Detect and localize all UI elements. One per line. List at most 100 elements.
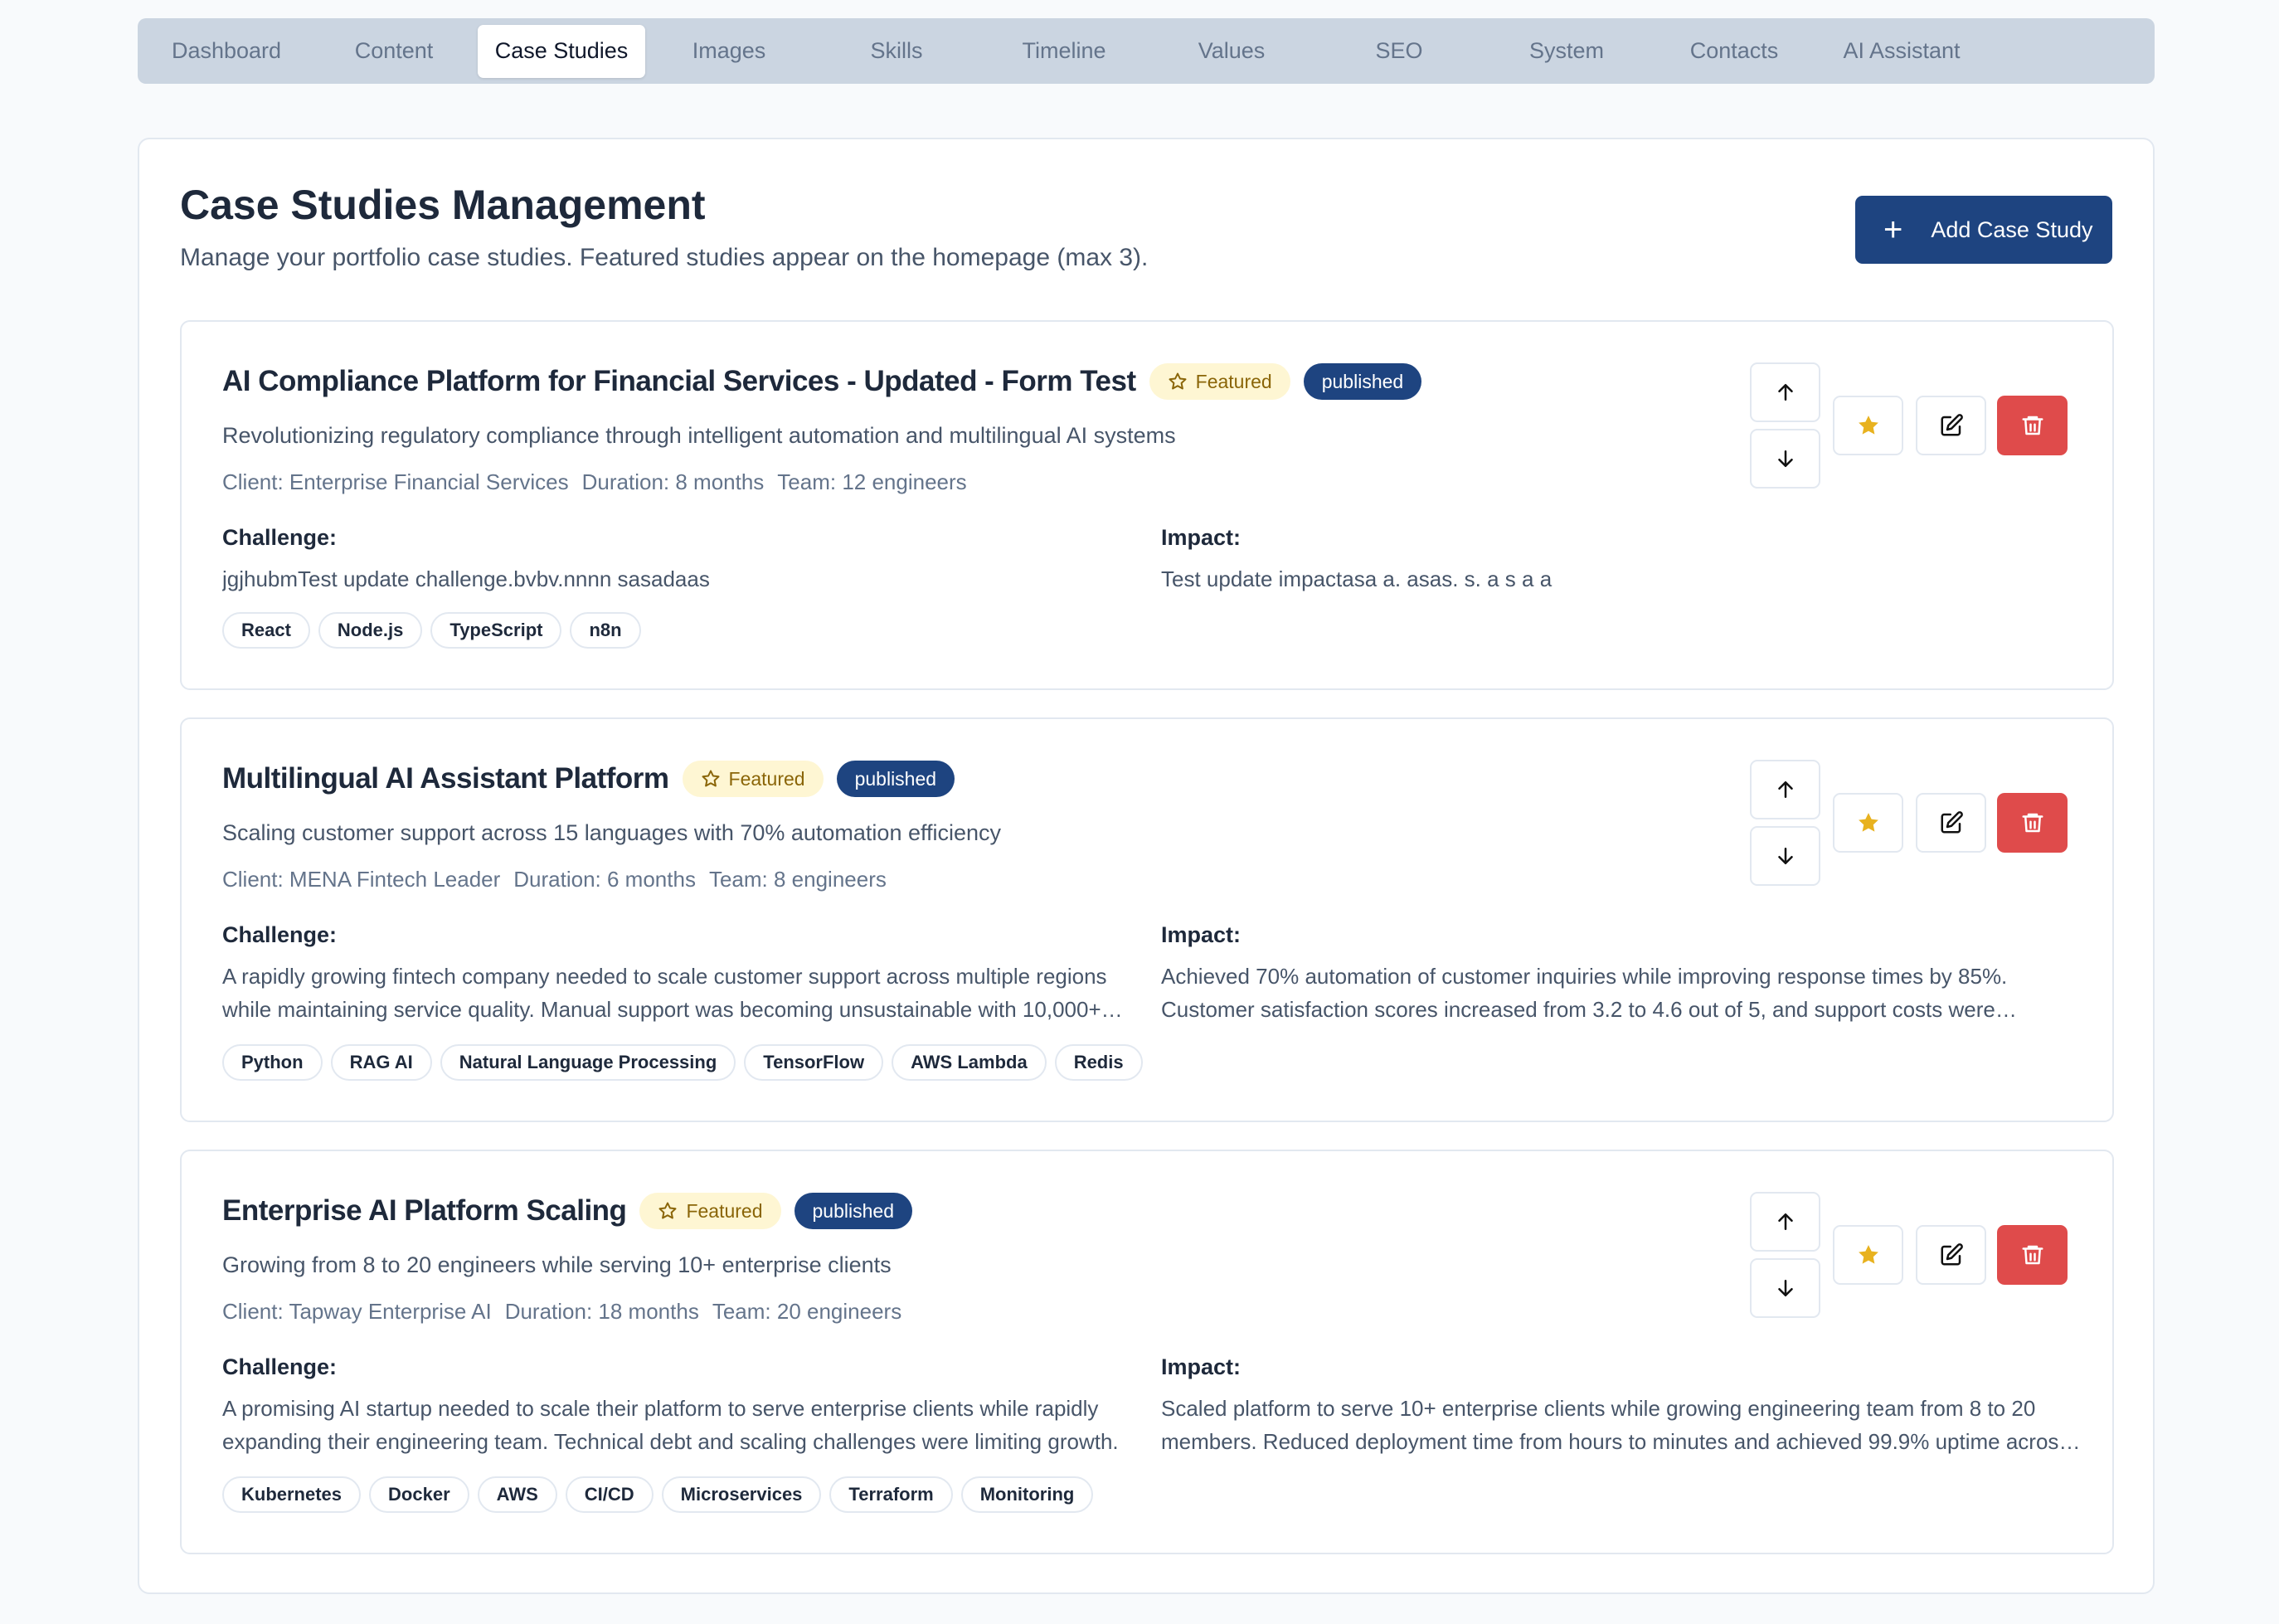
case-studies-panel: Case Studies Management Manage your port… — [138, 138, 2155, 1594]
card-title-row: Multilingual AI Assistant Platform Featu… — [222, 761, 955, 797]
star-icon — [1858, 813, 1878, 832]
team-text: Team: 8 engineers — [708, 867, 887, 892]
toggle-featured-button[interactable] — [1833, 1225, 1903, 1285]
edit-button[interactable] — [1916, 1225, 1986, 1285]
duration-text: Duration: 8 months — [581, 469, 765, 494]
tab-images[interactable]: Images — [645, 25, 813, 78]
tech-tag: Docker — [369, 1476, 469, 1513]
tab-skills[interactable]: Skills — [813, 25, 980, 78]
impact-text: Scaled platform to serve 10+ enterprise … — [1161, 1396, 2070, 1454]
move-up-button[interactable] — [1750, 760, 1820, 819]
arrow-up-icon — [1777, 384, 1793, 401]
tab-ai-assistant[interactable]: AI Assistant — [1818, 25, 1985, 78]
edit-button[interactable] — [1916, 793, 1986, 853]
tech-tag: Python — [222, 1044, 323, 1081]
toggle-featured-button[interactable] — [1833, 793, 1903, 853]
tab-content[interactable]: Content — [310, 25, 478, 78]
case-study-description: Revolutionizing regulatory compliance th… — [222, 423, 1176, 448]
tech-tag: Monitoring — [960, 1476, 1094, 1513]
trash-icon — [2022, 416, 2043, 435]
edit-button[interactable] — [1916, 396, 1986, 455]
toggle-featured-button[interactable] — [1833, 396, 1903, 455]
case-study-description: Scaling customer support across 15 langu… — [222, 820, 1002, 845]
tab-dashboard[interactable]: Dashboard — [143, 25, 310, 78]
star-outline-icon — [702, 770, 720, 787]
status-badge: published — [836, 761, 955, 797]
tab-seo[interactable]: SEO — [1315, 25, 1483, 78]
client-text: Client: MENA Fintech Leader — [222, 867, 501, 892]
duration-text: Duration: 18 months — [504, 1299, 699, 1324]
admin-page: Dashboard Content Case Studies Images Sk… — [0, 0, 2279, 1624]
featured-label: Featured — [1195, 370, 1272, 392]
card-title-row: Enterprise AI Platform Scaling Featured … — [222, 1193, 912, 1229]
trash-icon — [2022, 1245, 2043, 1265]
delete-button[interactable] — [1997, 1225, 2068, 1285]
case-study-title: Enterprise AI Platform Scaling — [222, 1194, 627, 1227]
arrow-down-icon — [1777, 450, 1793, 467]
admin-tabs: Dashboard Content Case Studies Images Sk… — [138, 18, 2155, 84]
tab-values[interactable]: Values — [1148, 25, 1315, 78]
status-badge: published — [1303, 363, 1422, 400]
star-icon — [1858, 1245, 1878, 1264]
tech-tag: Kubernetes — [222, 1476, 362, 1513]
move-down-button[interactable] — [1750, 1258, 1820, 1318]
case-study-card: AI Compliance Platform for Financial Ser… — [180, 320, 2114, 690]
case-study-title: Multilingual AI Assistant Platform — [222, 762, 669, 795]
impact-label: Impact: — [1161, 525, 1242, 550]
tech-tag: Redis — [1054, 1044, 1143, 1081]
team-text: Team: 20 engineers — [712, 1299, 902, 1324]
case-study-meta: Client: Tapway Enterprise AI Duration: 1… — [222, 1299, 901, 1325]
case-study-description: Growing from 8 to 20 engineers while ser… — [222, 1252, 892, 1277]
case-study-card: Enterprise AI Platform Scaling Featured … — [180, 1150, 2114, 1554]
team-text: Team: 12 engineers — [777, 469, 967, 494]
delete-button[interactable] — [1997, 793, 2068, 853]
impact-text: Test update impactasa a. asas. s. a s a … — [1161, 566, 1553, 591]
tech-tag: React — [222, 612, 310, 649]
tech-tag: RAG AI — [330, 1044, 432, 1081]
tab-contacts[interactable]: Contacts — [1650, 25, 1818, 78]
delete-button[interactable] — [1997, 396, 2068, 455]
arrow-up-icon — [1777, 781, 1793, 798]
client-text: Client: Enterprise Financial Services — [222, 469, 569, 494]
challenge-label: Challenge: — [222, 1354, 338, 1379]
tech-tag: Microservices — [661, 1476, 822, 1513]
edit-icon — [1941, 811, 1963, 834]
case-study-meta: Client: MENA Fintech Leader Duration: 6 … — [222, 867, 887, 892]
featured-badge: Featured — [682, 761, 824, 797]
tech-tag: Natural Language Processing — [440, 1044, 736, 1081]
card-title-row: AI Compliance Platform for Financial Ser… — [222, 363, 1422, 400]
trash-icon — [2022, 813, 2043, 833]
tab-timeline[interactable]: Timeline — [980, 25, 1148, 78]
case-study-card: Multilingual AI Assistant Platform Featu… — [180, 717, 2114, 1122]
move-up-button[interactable] — [1750, 1192, 1820, 1252]
page-title: Case Studies Management — [180, 182, 706, 228]
tab-system[interactable]: System — [1483, 25, 1650, 78]
add-case-study-button[interactable]: + Add Case Study — [1855, 196, 2112, 264]
duration-text: Duration: 6 months — [513, 867, 696, 892]
move-up-button[interactable] — [1750, 362, 1820, 422]
tech-tag: Terraform — [829, 1476, 953, 1513]
tech-tag: n8n — [570, 612, 641, 649]
challenge-label: Challenge: — [222, 922, 338, 947]
challenge-text: A rapidly growing fintech company needed… — [222, 964, 1107, 1022]
edit-icon — [1941, 414, 1963, 436]
edit-icon — [1941, 1243, 1963, 1266]
tech-tags: React Node.js TypeScript n8n — [222, 612, 641, 649]
featured-badge: Featured — [1149, 363, 1290, 400]
impact-label: Impact: — [1161, 1354, 1242, 1379]
case-study-title: AI Compliance Platform for Financial Ser… — [222, 365, 1136, 397]
arrow-down-icon — [1777, 1280, 1793, 1296]
tech-tag: TypeScript — [430, 612, 562, 649]
move-down-button[interactable] — [1750, 826, 1820, 886]
case-study-meta: Client: Enterprise Financial Services Du… — [222, 469, 967, 495]
arrow-up-icon — [1777, 1213, 1793, 1230]
tab-case-studies[interactable]: Case Studies — [478, 24, 645, 78]
plus-icon: + — [1883, 212, 1903, 248]
tech-tag: TensorFlow — [744, 1044, 884, 1081]
featured-label: Featured — [686, 1199, 763, 1222]
client-text: Client: Tapway Enterprise AI — [222, 1299, 492, 1324]
move-down-button[interactable] — [1750, 429, 1820, 489]
status-badge: published — [794, 1193, 912, 1229]
tech-tag: CI/CD — [565, 1476, 654, 1513]
star-outline-icon — [1169, 372, 1187, 390]
